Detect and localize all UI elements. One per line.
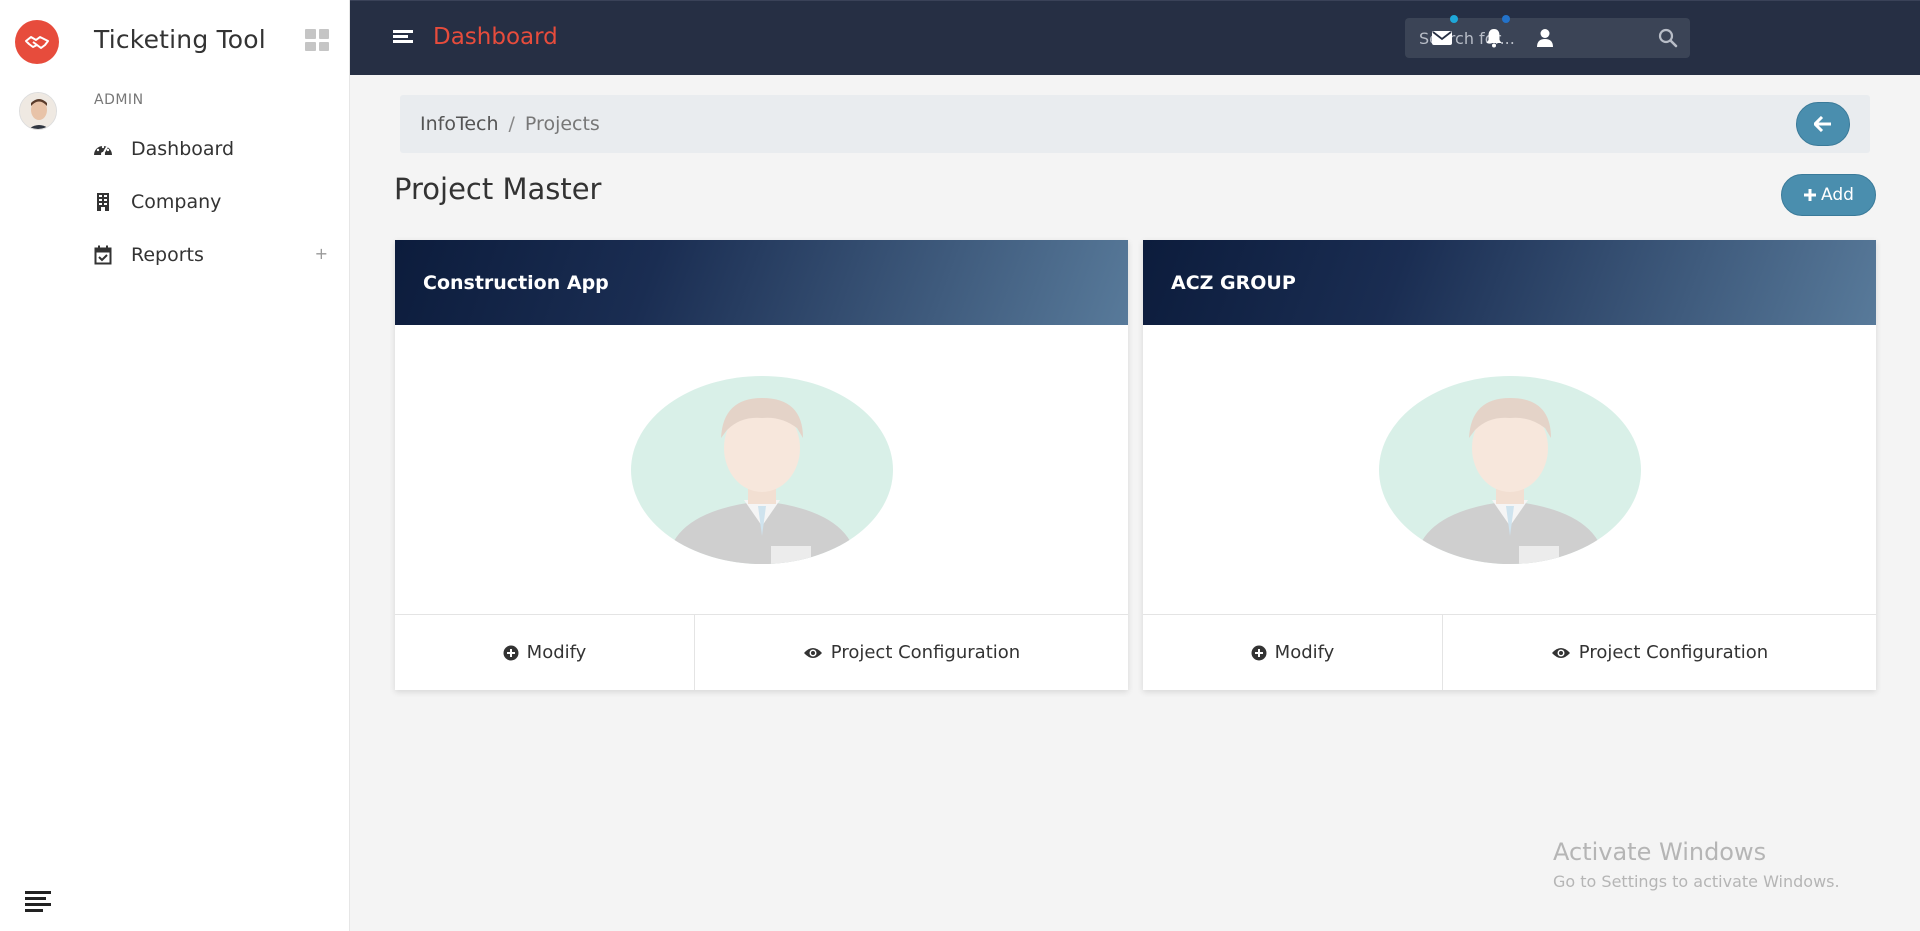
windows-activation-watermark: Activate Windows Go to Settings to activ… (1553, 838, 1840, 891)
sidebar-item-company[interactable]: Company (92, 175, 332, 228)
project-configuration-button[interactable]: Project Configuration (695, 615, 1128, 690)
project-configuration-label: Project Configuration (1578, 642, 1769, 663)
modify-label: Modify (526, 642, 587, 663)
calendar-check-icon (92, 244, 114, 266)
project-name: Construction App (423, 271, 609, 294)
project-name: ACZ GROUP (1171, 271, 1296, 294)
mail-notification-dot (1450, 15, 1458, 23)
project-configuration-button[interactable]: Project Configuration (1443, 615, 1876, 690)
breadcrumb: InfoTech / Projects (400, 95, 1870, 153)
sidebar-nav: Dashboard Company Reports + (92, 122, 332, 281)
eye-icon (803, 646, 823, 660)
mail-icon[interactable] (1429, 15, 1458, 51)
breadcrumb-root-link[interactable]: InfoTech (420, 113, 499, 135)
sidebar-item-label: Dashboard (131, 137, 235, 160)
building-icon (92, 191, 114, 213)
modify-button[interactable]: Modify (1143, 615, 1443, 690)
page-title: Project Master (394, 172, 602, 206)
watermark-title: Activate Windows (1553, 838, 1767, 866)
menu-toggle-icon[interactable] (393, 30, 413, 46)
add-button[interactable]: Add (1781, 174, 1876, 216)
sidebar: Ticketing Tool ADMIN Dashboard Company R… (0, 0, 350, 931)
project-card-footer: Modify Project Configuration (1143, 615, 1876, 690)
project-card-header: Construction App (395, 240, 1128, 325)
project-card: ACZ GROUP Modify Project Configuration (1143, 240, 1876, 690)
search-icon[interactable] (1658, 28, 1678, 48)
project-card-header: ACZ GROUP (1143, 240, 1876, 325)
bell-notification-dot (1502, 15, 1510, 23)
project-placeholder-avatar-icon (630, 375, 893, 564)
plus-circle-icon (1251, 645, 1267, 661)
back-button[interactable] (1796, 102, 1850, 146)
sidebar-item-label: Reports (131, 243, 204, 266)
gauge-icon (92, 138, 114, 160)
project-card-body (395, 325, 1128, 615)
project-card: Construction App Modify Project Configur… (395, 240, 1128, 690)
avatar[interactable] (19, 92, 57, 130)
arrow-left-icon (1814, 116, 1831, 132)
handshake-logo-icon (15, 20, 59, 64)
breadcrumb-separator: / (508, 113, 515, 135)
role-label: ADMIN (94, 92, 144, 108)
plus-icon (1804, 189, 1817, 201)
watermark-subtitle: Go to Settings to activate Windows. (1553, 872, 1840, 891)
expand-plus-icon[interactable]: + (315, 244, 328, 263)
add-button-label: Add (1821, 185, 1854, 205)
project-configuration-label: Project Configuration (830, 642, 1021, 663)
collapse-menu-icon[interactable] (25, 891, 51, 913)
sidebar-item-label: Company (131, 190, 222, 213)
user-icon[interactable] (1532, 25, 1558, 51)
modify-button[interactable]: Modify (395, 615, 695, 690)
project-placeholder-avatar-icon (1378, 375, 1641, 564)
top-bar: Dashboard (350, 0, 1920, 75)
app-title: Ticketing Tool (94, 25, 266, 54)
bell-icon[interactable] (1481, 15, 1510, 51)
project-card-footer: Modify Project Configuration (395, 615, 1128, 690)
sidebar-item-dashboard[interactable]: Dashboard (92, 122, 332, 175)
grid-icon[interactable] (305, 29, 329, 51)
top-bar-title: Dashboard (433, 24, 558, 50)
eye-icon (1551, 646, 1571, 660)
modify-label: Modify (1274, 642, 1335, 663)
sidebar-item-reports[interactable]: Reports + (92, 228, 332, 281)
plus-circle-icon (503, 645, 519, 661)
project-card-body (1143, 325, 1876, 615)
breadcrumb-current: Projects (524, 113, 600, 135)
